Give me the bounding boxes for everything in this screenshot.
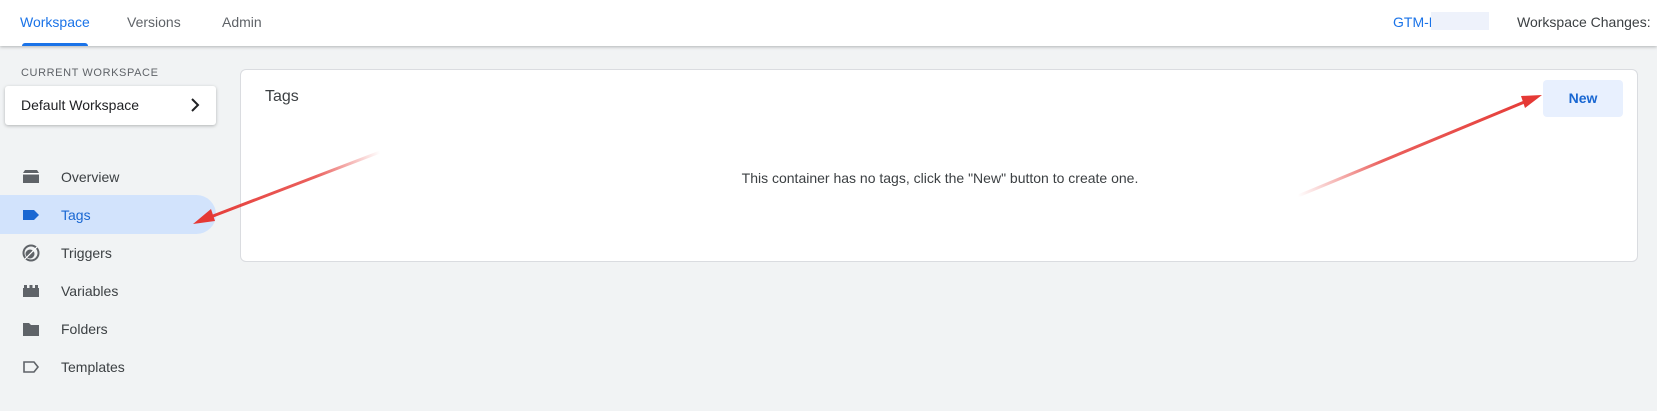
tab-admin-label: Admin bbox=[222, 14, 262, 30]
sidebar-item-triggers[interactable]: Triggers bbox=[0, 233, 216, 272]
page-title: Tags bbox=[265, 88, 299, 105]
new-tag-button[interactable]: New bbox=[1543, 80, 1623, 117]
template-icon bbox=[23, 361, 40, 373]
current-workspace-label: CURRENT WORKSPACE bbox=[21, 67, 159, 79]
sidebar-item-label: Templates bbox=[61, 359, 125, 375]
tab-workspace-label: Workspace bbox=[20, 14, 90, 30]
trigger-icon bbox=[22, 244, 40, 262]
tab-admin[interactable]: Admin bbox=[222, 0, 262, 46]
top-bar: Workspace Versions Admin GTM-K Workspace… bbox=[0, 0, 1657, 46]
workspace-changes-label: Workspace Changes: bbox=[1517, 14, 1651, 30]
folder-icon bbox=[23, 323, 39, 336]
redacted-block bbox=[1431, 12, 1489, 30]
variables-icon bbox=[23, 285, 39, 297]
sidebar-item-folders[interactable]: Folders bbox=[0, 309, 216, 348]
tag-icon bbox=[23, 210, 39, 220]
sidebar-item-label: Folders bbox=[61, 321, 108, 337]
sidebar-item-variables[interactable]: Variables bbox=[0, 271, 216, 310]
tab-versions[interactable]: Versions bbox=[127, 0, 181, 46]
active-tab-indicator bbox=[22, 43, 88, 46]
tags-panel: Tags New This container has no tags, cli… bbox=[240, 69, 1638, 262]
sidebar-item-label: Tags bbox=[61, 207, 91, 223]
empty-state-message: This container has no tags, click the "N… bbox=[741, 170, 1139, 186]
overview-icon bbox=[23, 170, 39, 183]
container-id-link[interactable]: GTM-K bbox=[1393, 0, 1489, 46]
tab-versions-label: Versions bbox=[127, 14, 181, 30]
sidebar-item-label: Overview bbox=[61, 169, 120, 185]
tab-workspace[interactable]: Workspace bbox=[20, 0, 90, 46]
sidebar-item-label: Triggers bbox=[61, 245, 112, 261]
sidebar-item-label: Variables bbox=[61, 283, 119, 299]
workspace-selector[interactable]: Default Workspace bbox=[5, 86, 216, 125]
chevron-right-icon bbox=[191, 98, 200, 112]
sidebar: CURRENT WORKSPACE Default Workspace Over… bbox=[0, 46, 222, 411]
sidebar-item-overview[interactable]: Overview bbox=[0, 157, 216, 196]
workspace-name: Default Workspace bbox=[21, 97, 140, 113]
sidebar-item-templates[interactable]: Templates bbox=[0, 347, 216, 386]
sidebar-item-tags[interactable]: Tags bbox=[0, 195, 216, 234]
